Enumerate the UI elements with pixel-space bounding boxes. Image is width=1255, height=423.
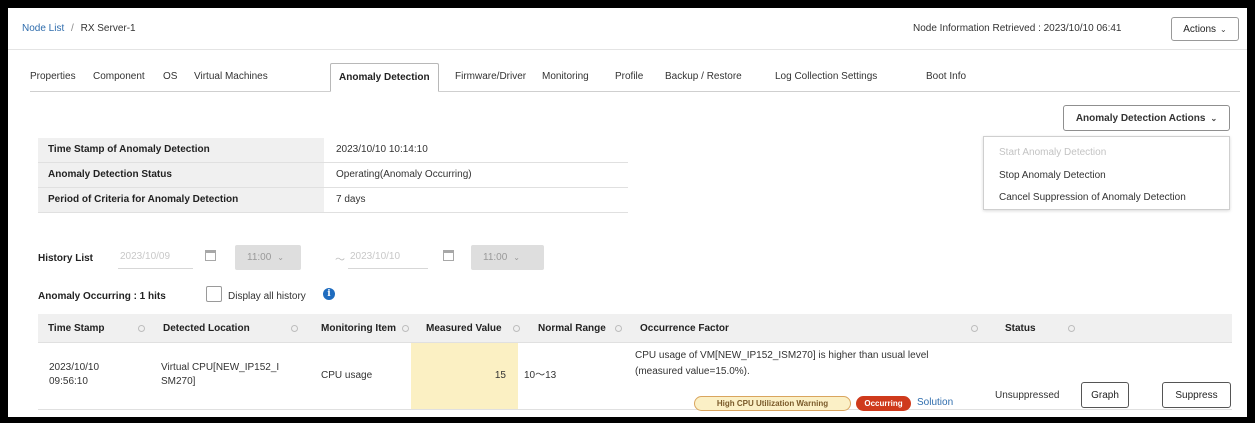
tab-boot-info[interactable]: Boot Info xyxy=(926,63,966,92)
node-info-retrieved: Node Information Retrieved : 2023/10/10 … xyxy=(913,23,1122,34)
history-from-date-input[interactable]: 2023/10/09 xyxy=(118,245,193,269)
history-to-date-input[interactable]: 2023/10/10 xyxy=(348,245,428,269)
info-key: Anomaly Detection Status xyxy=(38,163,324,187)
tab-component[interactable]: Component xyxy=(93,63,145,92)
breadcrumb: Node List / RX Server-1 xyxy=(22,23,136,34)
sort-icon[interactable] xyxy=(513,325,520,332)
solution-link[interactable]: Solution xyxy=(917,397,953,408)
info-key: Period of Criteria for Anomaly Detection xyxy=(38,188,324,212)
info-value: Operating(Anomaly Occurring) xyxy=(336,169,472,180)
info-value: 2023/10/10 10:14:10 xyxy=(336,144,428,155)
info-icon[interactable]: i xyxy=(323,288,335,300)
calendar-icon[interactable] xyxy=(205,250,216,261)
tab-log-collection-settings[interactable]: Log Collection Settings xyxy=(775,63,877,92)
history-to-time-select[interactable]: 11:00 ⌄ xyxy=(471,245,544,270)
column-header-time-stamp[interactable]: Time Stamp xyxy=(48,314,105,343)
sort-icon[interactable] xyxy=(1068,325,1075,332)
sort-icon[interactable] xyxy=(138,325,145,332)
from-time-value: 11:00 xyxy=(247,252,272,263)
page-header: Node List / RX Server-1 Node Information… xyxy=(8,8,1247,50)
chevron-down-icon: ⌄ xyxy=(1210,113,1218,123)
cell-normal-range: 10～13 xyxy=(524,370,557,381)
anomaly-hits-count: Anomaly Occurring : 1 hits xyxy=(38,291,166,302)
column-header-detected-location[interactable]: Detected Location xyxy=(163,314,250,343)
sort-icon[interactable] xyxy=(971,325,978,332)
tab-firmware-driver[interactable]: Firmware/Driver xyxy=(455,63,526,92)
chevron-down-icon: ⌄ xyxy=(277,253,284,262)
column-header-status[interactable]: Status xyxy=(1005,314,1036,343)
table-header: Time Stamp Detected Location Monitoring … xyxy=(38,314,1232,343)
info-row: Period of Criteria for Anomaly Detection… xyxy=(38,188,628,213)
column-header-measured-value[interactable]: Measured Value xyxy=(426,314,502,343)
info-key: Time Stamp of Anomaly Detection xyxy=(38,138,324,162)
anomaly-actions-menu: Start Anomaly Detection Stop Anomaly Det… xyxy=(983,136,1230,210)
suppress-button[interactable]: Suppress xyxy=(1162,382,1231,408)
tab-os[interactable]: OS xyxy=(163,63,177,92)
to-time-value: 11:00 xyxy=(483,252,508,263)
tab-backup-restore[interactable]: Backup / Restore xyxy=(665,63,742,92)
display-all-history-label[interactable]: Display all history xyxy=(228,291,306,302)
measured-value: 15 xyxy=(494,370,506,381)
cell-detected-location: Virtual CPU[NEW_IP152_I SM270] xyxy=(161,361,279,389)
table-row: 2023/10/10 09:56:10 Virtual CPU[NEW_IP15… xyxy=(38,343,1232,411)
breadcrumb-current: RX Server-1 xyxy=(80,23,136,34)
tab-anomaly-detection[interactable]: Anomaly Detection xyxy=(330,63,439,92)
tab-virtual-machines[interactable]: Virtual Machines xyxy=(194,63,268,92)
menu-item-start-anomaly-detection: Start Anomaly Detection xyxy=(999,147,1107,158)
time-stamp-time: 09:56:10 xyxy=(49,376,88,387)
anomaly-detection-actions-button[interactable]: Anomaly Detection Actions ⌄ xyxy=(1063,105,1230,131)
location-line: SM270] xyxy=(161,376,196,387)
app-window: Node List / RX Server-1 Node Information… xyxy=(8,8,1247,417)
breadcrumb-node-list-link[interactable]: Node List xyxy=(22,23,64,34)
sort-icon[interactable] xyxy=(291,325,298,332)
anomaly-detection-actions-label: Anomaly Detection Actions xyxy=(1075,112,1206,124)
menu-item-cancel-suppression[interactable]: Cancel Suppression of Anomaly Detection xyxy=(999,192,1186,203)
actions-button[interactable]: Actions ⌄ xyxy=(1171,17,1239,41)
history-from-time-select[interactable]: 11:00 ⌄ xyxy=(235,245,301,270)
calendar-icon[interactable] xyxy=(443,250,454,261)
column-header-normal-range[interactable]: Normal Range xyxy=(538,314,606,343)
history-list-label: History List xyxy=(38,253,94,264)
sort-icon[interactable] xyxy=(402,325,409,332)
time-stamp-date: 2023/10/10 xyxy=(49,362,100,373)
tab-profile[interactable]: Profile xyxy=(615,63,643,92)
actions-button-label: Actions xyxy=(1183,23,1217,35)
range-separator: ～ xyxy=(335,255,345,266)
tab-bar: Properties Component OS Virtual Machines… xyxy=(30,63,1240,92)
display-all-history-checkbox[interactable] xyxy=(206,286,222,302)
warning-badge: High CPU Utilization Warning xyxy=(694,396,851,411)
column-header-occurrence-factor[interactable]: Occurrence Factor xyxy=(640,314,729,343)
info-row: Anomaly Detection Status Operating(Anoma… xyxy=(38,163,628,188)
info-value: 7 days xyxy=(336,194,366,205)
cell-time-stamp: 2023/10/10 09:56:10 xyxy=(49,361,99,389)
sort-icon[interactable] xyxy=(615,325,622,332)
info-row: Time Stamp of Anomaly Detection 2023/10/… xyxy=(38,138,628,163)
occurrence-factor-text: (measured value=15.0%). xyxy=(635,366,750,377)
location-line: Virtual CPU[NEW_IP152_I xyxy=(161,362,280,373)
cell-measured-value: 15 xyxy=(411,343,518,409)
menu-item-stop-anomaly-detection[interactable]: Stop Anomaly Detection xyxy=(999,170,1106,181)
chevron-down-icon: ⌄ xyxy=(513,253,520,262)
column-header-monitoring-item[interactable]: Monitoring Item xyxy=(321,314,396,343)
breadcrumb-separator: / xyxy=(71,23,74,34)
occurring-status-badge: Occurring xyxy=(856,396,911,411)
cell-status: Unsuppressed xyxy=(995,390,1060,401)
occurrence-factor-text: CPU usage of VM[NEW_IP152_ISM270] is hig… xyxy=(635,350,929,361)
graph-button[interactable]: Graph xyxy=(1081,382,1129,408)
cell-monitoring-item: CPU usage xyxy=(321,370,373,381)
tab-monitoring[interactable]: Monitoring xyxy=(542,63,589,92)
tab-properties[interactable]: Properties xyxy=(30,63,76,92)
chevron-down-icon: ⌄ xyxy=(1220,24,1227,34)
